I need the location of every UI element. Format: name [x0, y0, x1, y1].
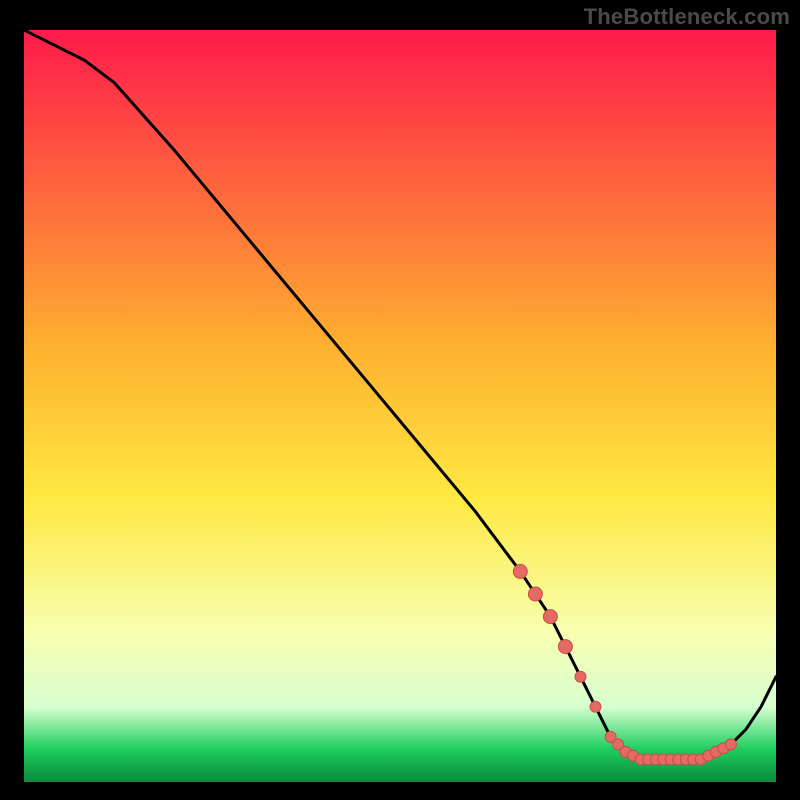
data-marker	[575, 671, 586, 682]
data-marker	[528, 587, 542, 601]
plot-area	[24, 30, 776, 782]
chart-svg	[24, 30, 776, 782]
data-marker	[543, 610, 557, 624]
watermark-text: TheBottleneck.com	[584, 4, 790, 30]
data-marker	[513, 564, 527, 578]
chart-frame: TheBottleneck.com	[0, 0, 800, 800]
gradient-background	[24, 30, 776, 782]
data-marker	[725, 739, 736, 750]
data-marker	[590, 701, 601, 712]
data-marker	[558, 640, 572, 654]
